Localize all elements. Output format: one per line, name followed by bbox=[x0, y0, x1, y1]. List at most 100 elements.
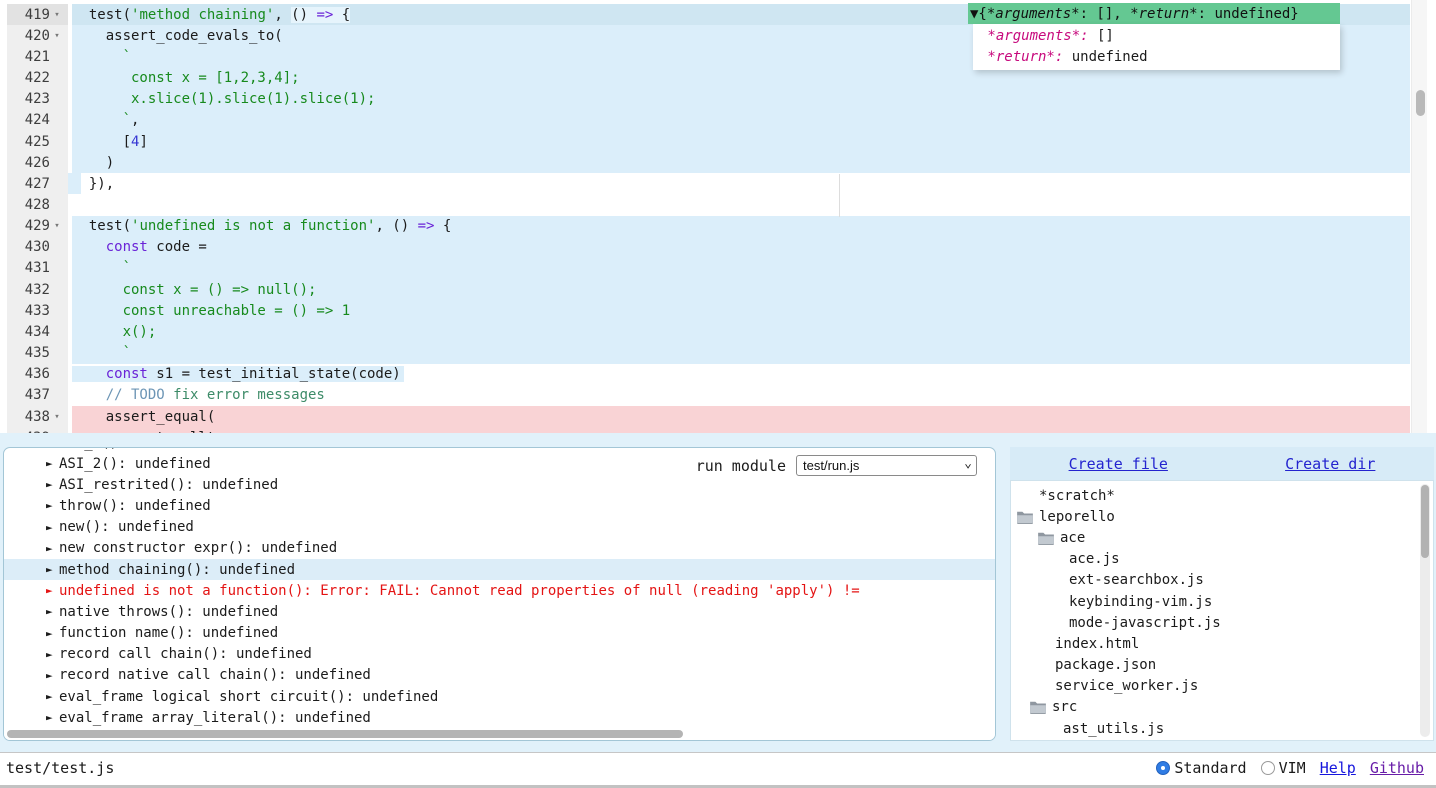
tree-item-ace[interactable]: ace bbox=[1011, 527, 1433, 548]
test-result-item[interactable]: ►undefined is not a function(): Error: F… bbox=[4, 580, 995, 601]
code-line-437[interactable]: 437 // TODO fix error messages bbox=[0, 385, 1410, 406]
collapse-triangle-icon[interactable]: ► bbox=[46, 448, 59, 449]
tooltip-entry[interactable]: *return*: undefined bbox=[979, 46, 1332, 67]
code-line-424[interactable]: 424 `, bbox=[0, 110, 1410, 131]
run-module-select[interactable]: test/run.js bbox=[796, 455, 977, 476]
code-line-428[interactable]: 428 bbox=[0, 194, 1410, 215]
code-line-436[interactable]: 436 const s1 = test_initial_state(code) bbox=[0, 364, 1410, 385]
code-line-433[interactable]: 433 const unreachable = () => 1 bbox=[0, 300, 1410, 321]
tooltip-entry[interactable]: *arguments*: [] bbox=[979, 25, 1332, 46]
code-line-432[interactable]: 432 const x = () => null(); bbox=[0, 279, 1410, 300]
test-result-item[interactable]: ►ASI_restrited(): undefined bbox=[4, 474, 995, 495]
code-token: assert_code_evals_to( bbox=[72, 28, 283, 44]
code-text[interactable]: test('undefined is not a function', () =… bbox=[68, 216, 1410, 237]
code-line-425[interactable]: 425 [4] bbox=[0, 131, 1410, 152]
code-text[interactable]: assert_equal( bbox=[68, 406, 1410, 427]
radio-selected-icon[interactable] bbox=[1156, 761, 1170, 775]
code-text[interactable] bbox=[68, 194, 1410, 215]
keybinding-standard-option[interactable]: Standard bbox=[1156, 759, 1246, 777]
tree-item-src[interactable]: src bbox=[1011, 697, 1433, 718]
collapse-triangle-icon[interactable]: ► bbox=[46, 648, 59, 661]
test-result-item[interactable]: ►new(): undefined bbox=[4, 517, 995, 538]
test-result-item[interactable]: ►throw(): undefined bbox=[4, 495, 995, 516]
collapse-triangle-icon[interactable]: ► bbox=[46, 711, 59, 724]
test-result-item[interactable]: ►record native call chain(): undefined bbox=[4, 665, 995, 686]
code-text[interactable]: const x = () => null(); bbox=[68, 279, 1410, 300]
code-line-423[interactable]: 423 x.slice(1).slice(1).slice(1); bbox=[0, 89, 1410, 110]
line-number: 432 bbox=[0, 282, 50, 298]
code-text[interactable]: const x = [1,2,3,4]; bbox=[68, 67, 1410, 88]
fold-arrow-icon[interactable]: ▾ bbox=[50, 10, 64, 20]
code-line-431[interactable]: 431 ` bbox=[0, 258, 1410, 279]
code-token: => bbox=[316, 7, 333, 23]
tree-item-service-worker-js[interactable]: service_worker.js bbox=[1011, 676, 1433, 697]
collapse-triangle-icon[interactable]: ► bbox=[46, 542, 59, 555]
tree-item-ext-searchbox-js[interactable]: ext-searchbox.js bbox=[1011, 570, 1433, 591]
code-line-430[interactable]: 430 const code = bbox=[0, 237, 1410, 258]
code-text[interactable]: ` bbox=[68, 343, 1410, 364]
collapse-triangle-icon[interactable]: ► bbox=[46, 478, 59, 491]
code-line-435[interactable]: 435 ` bbox=[0, 343, 1410, 364]
code-line-427[interactable]: 427 }), bbox=[0, 173, 1410, 194]
tree-item-package-json[interactable]: package.json bbox=[1011, 655, 1433, 676]
tree-item-ace-js[interactable]: ace.js bbox=[1011, 549, 1433, 570]
tree-item-leporello[interactable]: leporello bbox=[1011, 506, 1433, 527]
collapse-triangle-icon[interactable]: ► bbox=[46, 457, 59, 470]
fold-arrow-icon[interactable]: ▾ bbox=[50, 221, 64, 231]
code-text[interactable]: x(); bbox=[68, 321, 1410, 342]
collapse-triangle-icon[interactable]: ► bbox=[46, 499, 59, 512]
test-result-item[interactable]: ►record call chain(): undefined bbox=[4, 644, 995, 665]
collapse-triangle-icon[interactable]: ► bbox=[46, 605, 59, 618]
test-result-item[interactable]: ►native throws(): undefined bbox=[4, 601, 995, 622]
keybinding-vim-option[interactable]: VIM bbox=[1261, 759, 1306, 777]
code-text[interactable]: const unreachable = () => 1 bbox=[68, 300, 1410, 321]
collapse-triangle-icon[interactable]: ► bbox=[46, 563, 59, 576]
test-result-item[interactable]: ►new constructor expr(): undefined bbox=[4, 538, 995, 559]
tree-item-ast-utils-js[interactable]: ast_utils.js bbox=[1011, 718, 1433, 739]
radio-unselected-icon[interactable] bbox=[1261, 761, 1275, 775]
run-module-group: run module test/run.js ⌄ bbox=[696, 455, 977, 476]
code-text[interactable]: const code = bbox=[68, 237, 1410, 258]
gutter-cell: 423 bbox=[0, 89, 68, 110]
tree-scrollbar-thumb[interactable] bbox=[1421, 485, 1429, 558]
test-result-item[interactable]: ►function name(): undefined bbox=[4, 623, 995, 644]
code-editor[interactable]: 419▾ test('method chaining', () => {420▾… bbox=[0, 0, 1436, 433]
collapse-triangle-icon[interactable]: ► bbox=[46, 627, 59, 640]
code-text[interactable]: }), bbox=[68, 173, 1410, 194]
value-tooltip-summary[interactable]: ▼{*arguments*: [], *return*: undefined} bbox=[968, 3, 1340, 24]
editor-scrollbar-thumb[interactable] bbox=[1416, 90, 1425, 116]
collapse-triangle-icon[interactable]: ► bbox=[46, 690, 59, 703]
collapse-triangle-icon[interactable]: ► bbox=[46, 669, 59, 682]
tree-item--scratch-[interactable]: *scratch* bbox=[1011, 485, 1433, 506]
code-text[interactable]: x.slice(1).slice(1).slice(1); bbox=[68, 89, 1410, 110]
test-result-item[interactable]: ►eval_frame logical short circuit(): und… bbox=[4, 686, 995, 707]
test-result-label: record call chain(): undefined bbox=[59, 646, 312, 662]
code-line-426[interactable]: 426 ) bbox=[0, 152, 1410, 173]
code-text[interactable]: const s1 = test_initial_state(code) bbox=[68, 364, 1410, 385]
fold-arrow-icon[interactable]: ▾ bbox=[50, 31, 64, 41]
collapse-triangle-icon[interactable]: ► bbox=[46, 521, 59, 534]
value-tooltip: ▼{*arguments*: [], *return*: undefined} … bbox=[968, 3, 1340, 70]
tree-item-mode-javascript-js[interactable]: mode-javascript.js bbox=[1011, 612, 1433, 633]
github-link[interactable]: Github bbox=[1370, 759, 1424, 777]
code-text[interactable]: ) bbox=[68, 152, 1410, 173]
create-file-link[interactable]: Create file bbox=[1069, 455, 1168, 473]
code-text[interactable]: ` bbox=[68, 258, 1410, 279]
results-hscrollbar-thumb[interactable] bbox=[7, 730, 683, 738]
tree-item-index-html[interactable]: index.html bbox=[1011, 633, 1433, 654]
code-line-429[interactable]: 429▾ test('undefined is not a function',… bbox=[0, 216, 1410, 237]
code-token: fix error messages bbox=[165, 387, 325, 403]
code-text[interactable]: [4] bbox=[68, 131, 1410, 152]
collapse-triangle-icon[interactable]: ► bbox=[46, 584, 59, 597]
code-line-438[interactable]: 438▾ assert_equal( bbox=[0, 406, 1410, 427]
code-text[interactable]: `, bbox=[68, 110, 1410, 131]
create-dir-link[interactable]: Create dir bbox=[1285, 455, 1375, 473]
fold-arrow-icon[interactable]: ▾ bbox=[50, 412, 64, 422]
test-result-item[interactable]: ►eval_frame array_literal(): undefined bbox=[4, 707, 995, 728]
help-link[interactable]: Help bbox=[1320, 759, 1356, 777]
code-text[interactable]: // TODO fix error messages bbox=[68, 385, 1410, 406]
test-result-item[interactable]: ►method chaining(): undefined bbox=[4, 559, 995, 580]
code-line-422[interactable]: 422 const x = [1,2,3,4]; bbox=[0, 67, 1410, 88]
tree-item-keybinding-vim-js[interactable]: keybinding-vim.js bbox=[1011, 591, 1433, 612]
code-line-434[interactable]: 434 x(); bbox=[0, 321, 1410, 342]
